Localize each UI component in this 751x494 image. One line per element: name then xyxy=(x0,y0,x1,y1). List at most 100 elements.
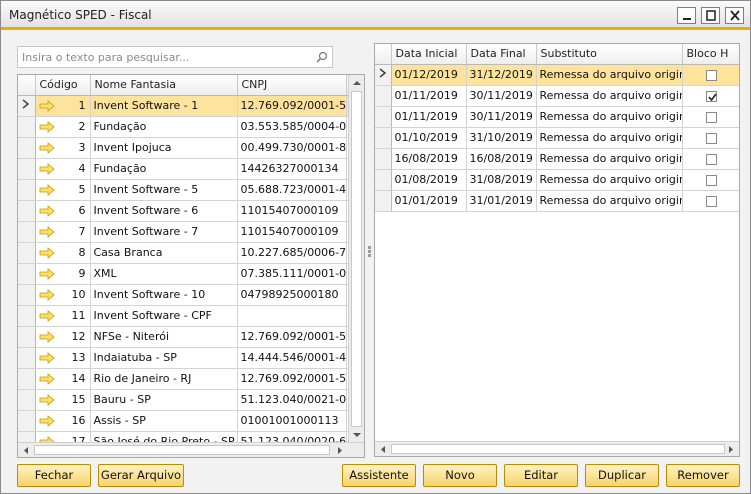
data-inicial-cell[interactable]: 01/08/2019 xyxy=(391,169,467,191)
nome-fantasia-cell[interactable]: Invent Software - 7 xyxy=(90,221,238,243)
table-row[interactable]: 9 XML 07.385.111/0001-02 xyxy=(18,263,364,285)
codigo-cell[interactable]: 5 xyxy=(35,179,91,201)
link-arrow-icon[interactable] xyxy=(39,204,55,217)
col-header-nome-fantasia[interactable]: Nome Fantasia xyxy=(90,75,238,96)
data-final-cell[interactable]: 31/10/2019 xyxy=(466,127,537,149)
cnpj-cell[interactable]: 14426327000134 xyxy=(237,158,347,180)
link-arrow-icon[interactable] xyxy=(39,393,55,406)
cnpj-cell[interactable]: 07.385.111/0001-02 xyxy=(237,263,347,285)
row-header[interactable] xyxy=(18,200,36,222)
periods-hscroll-thumb[interactable] xyxy=(391,444,725,454)
row-header[interactable] xyxy=(18,137,36,159)
cnpj-cell[interactable]: 12.769.092/0001-58 xyxy=(237,95,347,117)
row-header[interactable] xyxy=(18,368,36,390)
table-row[interactable]: 10 Invent Software - 10 04798925000180 xyxy=(18,284,364,306)
bloco-h-cell[interactable] xyxy=(682,85,739,107)
data-inicial-cell[interactable]: 16/08/2019 xyxy=(391,148,467,170)
codigo-cell[interactable]: 1 xyxy=(35,95,91,117)
cnpj-cell[interactable]: 12.769.092/0001-58 xyxy=(237,326,347,348)
nome-fantasia-cell[interactable]: Fundação xyxy=(90,116,238,138)
link-arrow-icon[interactable] xyxy=(39,288,55,301)
substituto-cell[interactable]: Remessa do arquivo original. xyxy=(536,85,683,107)
cnpj-cell[interactable]: 05.688.723/0001-49 xyxy=(237,179,347,201)
codigo-cell[interactable]: 2 xyxy=(35,116,91,138)
nome-fantasia-cell[interactable]: XML xyxy=(90,263,238,285)
panel-splitter[interactable] xyxy=(366,43,373,457)
codigo-cell[interactable]: 12 xyxy=(35,326,91,348)
nome-fantasia-cell[interactable]: Invent Software - CPF xyxy=(90,305,238,327)
table-row[interactable]: 1 Invent Software - 1 12.769.092/0001-58 xyxy=(18,95,364,117)
row-header[interactable] xyxy=(375,106,392,128)
bloco-h-cell[interactable] xyxy=(682,106,739,128)
col-header-data-final[interactable]: Data Final xyxy=(466,44,537,65)
nome-fantasia-cell[interactable]: Invent Software - 6 xyxy=(90,200,238,222)
data-inicial-cell[interactable]: 01/10/2019 xyxy=(391,127,467,149)
row-header[interactable] xyxy=(375,64,392,86)
codigo-cell[interactable]: 8 xyxy=(35,242,91,264)
row-header[interactable] xyxy=(18,221,36,243)
table-row[interactable]: 14 Rio de Janeiro - RJ 12.769.092/0001-58 xyxy=(18,368,364,390)
row-header[interactable] xyxy=(18,347,36,369)
scroll-right-icon[interactable] xyxy=(724,442,738,457)
nome-fantasia-cell[interactable]: Invent Software - 1 xyxy=(90,95,238,117)
nome-fantasia-cell[interactable]: NFSe - Niterói xyxy=(90,326,238,348)
substituto-cell[interactable]: Remessa do arquivo original. xyxy=(536,106,683,128)
bloco-h-checkbox[interactable] xyxy=(706,132,717,144)
link-arrow-icon[interactable] xyxy=(39,141,55,154)
codigo-cell[interactable]: 10 xyxy=(35,284,91,306)
data-final-cell[interactable]: 30/11/2019 xyxy=(466,106,537,128)
cnpj-cell[interactable]: 04798925000180 xyxy=(237,284,347,306)
substituto-cell[interactable]: Remessa do arquivo original. xyxy=(536,148,683,170)
substituto-cell[interactable]: Remessa do arquivo original. xyxy=(536,127,683,149)
table-row[interactable]: 6 Invent Software - 6 11015407000109 xyxy=(18,200,364,222)
link-arrow-icon[interactable] xyxy=(39,99,55,112)
table-row[interactable]: 8 Casa Branca 10.227.685/0006-71 xyxy=(18,242,364,264)
data-final-cell[interactable]: 16/08/2019 xyxy=(466,148,537,170)
nome-fantasia-cell[interactable]: Assis - SP xyxy=(90,410,238,432)
scroll-left-icon[interactable] xyxy=(19,443,33,458)
bloco-h-cell[interactable] xyxy=(682,127,739,149)
row-header[interactable] xyxy=(18,305,36,327)
row-header[interactable] xyxy=(375,169,392,191)
row-header[interactable] xyxy=(375,190,392,212)
link-arrow-icon[interactable] xyxy=(39,309,55,322)
row-header[interactable] xyxy=(18,95,36,117)
cnpj-cell[interactable]: 03.553.585/0004-08 xyxy=(237,116,347,138)
col-header-substituto[interactable]: Substituto xyxy=(536,44,683,65)
col-header-cnpj[interactable]: CNPJ xyxy=(237,75,347,96)
link-arrow-icon[interactable] xyxy=(39,183,55,196)
table-row[interactable]: 5 Invent Software - 5 05.688.723/0001-49 xyxy=(18,179,364,201)
codigo-cell[interactable]: 9 xyxy=(35,263,91,285)
link-arrow-icon[interactable] xyxy=(39,351,55,364)
data-final-cell[interactable]: 31/01/2019 xyxy=(466,190,537,212)
scroll-right-icon[interactable] xyxy=(333,443,347,458)
codigo-cell[interactable]: 6 xyxy=(35,200,91,222)
row-header[interactable] xyxy=(375,85,392,107)
cnpj-cell[interactable]: 01001001000113 xyxy=(237,410,347,432)
row-header[interactable] xyxy=(18,158,36,180)
link-arrow-icon[interactable] xyxy=(39,120,55,133)
bloco-h-checkbox[interactable] xyxy=(706,174,717,186)
data-inicial-cell[interactable]: 01/11/2019 xyxy=(391,106,467,128)
nome-fantasia-cell[interactable]: Rio de Janeiro - RJ xyxy=(90,368,238,390)
table-row[interactable]: 16/08/2019 16/08/2019 Remessa do arquivo o… xyxy=(375,148,739,170)
table-row[interactable]: 3 Invent Ipojuca 00.499.730/0001-89 xyxy=(18,137,364,159)
row-header[interactable] xyxy=(18,284,36,306)
row-header[interactable] xyxy=(18,242,36,264)
scroll-up-icon[interactable] xyxy=(349,76,365,90)
row-header[interactable] xyxy=(375,148,392,170)
bloco-h-checkbox[interactable] xyxy=(706,153,717,165)
link-arrow-icon[interactable] xyxy=(39,267,55,280)
bloco-h-cell[interactable] xyxy=(682,169,739,191)
nome-fantasia-cell[interactable]: Invent Software - 5 xyxy=(90,179,238,201)
cnpj-cell[interactable]: 00.499.730/0001-89 xyxy=(237,137,347,159)
gerar-arquivo-button[interactable]: Gerar Arquivo xyxy=(98,464,184,487)
data-inicial-cell[interactable]: 01/11/2019 xyxy=(391,85,467,107)
table-row[interactable]: 11 Invent Software - CPF xyxy=(18,305,364,327)
table-row[interactable]: 01/11/2019 30/11/2019 Remessa do arquivo o… xyxy=(375,85,739,107)
bloco-h-checkbox[interactable] xyxy=(706,69,717,81)
cnpj-cell[interactable]: 11015407000109 xyxy=(237,200,347,222)
table-row[interactable]: 7 Invent Software - 7 11015407000109 xyxy=(18,221,364,243)
close-button[interactable] xyxy=(725,7,744,24)
codigo-cell[interactable]: 13 xyxy=(35,347,91,369)
